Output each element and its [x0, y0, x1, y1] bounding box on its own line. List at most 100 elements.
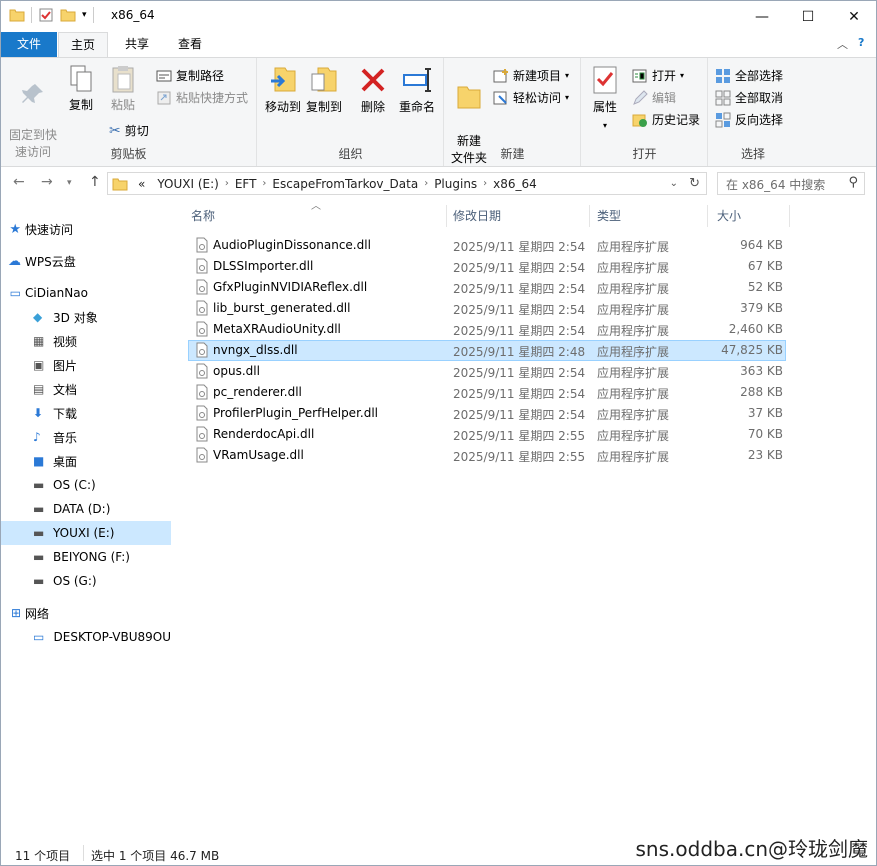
drive-icon: ▬ [33, 478, 45, 492]
organize-group: 移动到 复制到 删除 重命名 组织 [258, 58, 444, 166]
copy-to-button[interactable]: 复制到 [304, 64, 344, 116]
back-arrow-icon[interactable]: ← [13, 174, 25, 190]
file-row[interactable]: VRamUsage.dll 2025/9/11 星期四 2:55 应用程序扩展 … [188, 445, 786, 466]
file-row[interactable]: RenderdocApi.dll 2025/9/11 星期四 2:55 应用程序… [188, 424, 786, 445]
file-row[interactable]: lib_burst_generated.dll 2025/9/11 星期四 2:… [188, 298, 786, 319]
drive-icon: ▬ [33, 502, 45, 516]
recent-locations-icon[interactable]: ▾ [67, 178, 72, 188]
nav-desktop-pc[interactable]: ▭ DESKTOP-VBU89OU [1, 625, 171, 649]
paste-shortcut-icon [157, 91, 171, 104]
nav-3d-objects[interactable]: ◆ 3D 对象 [1, 305, 171, 329]
download-icon: ⬇ [33, 406, 44, 420]
customize-qat-icon[interactable]: ▾ [82, 10, 87, 20]
file-type: 应用程序扩展 [597, 240, 670, 254]
breadcrumb-x86-64[interactable]: x86_64 [487, 177, 543, 191]
file-row[interactable]: GfxPluginNVIDIAReflex.dll 2025/9/11 星期四 … [188, 277, 786, 298]
breadcrumb-eft[interactable]: EFT [229, 177, 263, 191]
history-button[interactable]: 历史记录 [632, 111, 700, 128]
maximize-button[interactable]: ☐ [785, 1, 831, 32]
file-row[interactable]: MetaXRAudioUnity.dll 2025/9/11 星期四 2:54 … [188, 319, 786, 340]
tab-home[interactable]: 主页 [58, 32, 108, 57]
minimize-button[interactable]: — [739, 1, 785, 32]
nav-this-pc[interactable]: ▭ CiDianNao [1, 281, 171, 305]
rename-icon [403, 68, 431, 92]
nav-network[interactable]: ⊞ 网络 [1, 601, 171, 625]
breadcrumb-escapefromtarkov-data[interactable]: EscapeFromTarkov_Data [266, 177, 424, 191]
file-date: 2025/9/11 星期四 2:54 [453, 240, 586, 254]
close-button[interactable]: ✕ [831, 1, 877, 32]
nav-drive-c[interactable]: ▬ OS (C:) [1, 473, 171, 497]
nav-drive-g[interactable]: ▬ OS (G:) [1, 569, 171, 593]
paste-button[interactable]: 粘贴 [103, 64, 143, 114]
file-row[interactable]: AudioPluginDissonance.dll 2025/9/11 星期四 … [188, 235, 786, 256]
dll-file-icon [196, 321, 208, 337]
tab-share[interactable]: 共享 [113, 32, 161, 57]
file-type: 应用程序扩展 [597, 282, 670, 296]
file-row[interactable]: DLSSImporter.dll 2025/9/11 星期四 2:54 应用程序… [188, 256, 786, 277]
move-to-button[interactable]: 移动到 [262, 64, 304, 116]
tab-view[interactable]: 查看 [166, 32, 214, 57]
window-title: x86_64 [111, 8, 155, 22]
invert-selection-button[interactable]: 反向选择 [715, 111, 783, 128]
forward-arrow-icon[interactable]: → [41, 174, 53, 190]
file-row[interactable]: opus.dll 2025/9/11 星期四 2:54 应用程序扩展 363 K… [188, 361, 786, 382]
nav-pictures[interactable]: ▣ 图片 [1, 353, 171, 377]
file-row[interactable]: ProfilerPlugin_PerfHelper.dll 2025/9/11 … [188, 403, 786, 424]
file-date: 2025/9/11 星期四 2:54 [453, 261, 586, 275]
column-name[interactable]: 名称 [191, 207, 215, 235]
address-bar[interactable]: « YOUXI (E:) › EFT › EscapeFromTarkov_Data… [107, 172, 707, 195]
up-arrow-icon[interactable]: ↑ [89, 174, 101, 190]
network-icon: ⊞ [10, 606, 21, 620]
dll-file-icon [196, 258, 208, 274]
tab-file[interactable]: 文件 [1, 32, 57, 57]
nav-desktop[interactable]: ■ 桌面 [1, 449, 171, 473]
breadcrumb-plugins[interactable]: Plugins [428, 177, 483, 191]
address-dropdown-icon[interactable]: ⌄ [670, 178, 678, 189]
collapse-ribbon-icon[interactable]: ︿ [837, 36, 848, 52]
easy-access-button[interactable]: 轻松访问 ▾ [493, 89, 569, 106]
file-row[interactable]: pc_renderer.dll 2025/9/11 星期四 2:54 应用程序扩… [188, 382, 786, 403]
nav-music[interactable]: ♪ 音乐 [1, 425, 171, 449]
folder-icon [9, 9, 25, 22]
nav-drive-d[interactable]: ▬ DATA (D:) [1, 497, 171, 521]
film-icon: ▦ [33, 334, 45, 348]
nav-wps-cloud[interactable]: ☁ WPS云盘 [1, 249, 171, 273]
properties-button[interactable]: 属性 ▾ [588, 64, 622, 134]
breadcrumb-youxi[interactable]: YOUXI (E:) [151, 177, 224, 191]
file-list: ︿ 名称 修改日期 类型 大小 AudioPluginDissonance.dl… [173, 201, 876, 841]
clipboard-group-label: 剪贴板 [110, 147, 147, 161]
file-date: 2025/9/11 星期四 2:55 [453, 450, 586, 464]
column-type[interactable]: 类型 [597, 207, 621, 235]
select-all-icon [716, 68, 730, 83]
copy-path-button[interactable]: 复制路径 [156, 67, 224, 84]
nav-drive-f[interactable]: ▬ BEIYONG (F:) [1, 545, 171, 569]
nav-downloads[interactable]: ⬇ 下载 [1, 401, 171, 425]
column-size[interactable]: 大小 [717, 207, 741, 235]
properties-check-icon[interactable] [38, 7, 54, 23]
nav-drive-e[interactable]: ▬ YOUXI (E:) [1, 521, 171, 545]
select-all-button[interactable]: 全部选择 [715, 67, 783, 84]
address-row: ← → ▾ ↑ « YOUXI (E:) › EFT › EscapeFromTar… [1, 170, 876, 196]
help-icon[interactable]: ? [858, 36, 864, 49]
cut-button[interactable]: ✂ 剪切 [109, 122, 149, 139]
copy-button[interactable]: 复制 [63, 64, 99, 114]
nav-documents[interactable]: ▤ 文档 [1, 377, 171, 401]
paste-shortcut-button[interactable]: 粘贴快捷方式 [156, 89, 248, 106]
edit-button[interactable]: 编辑 [632, 89, 676, 106]
nav-videos[interactable]: ▦ 视频 [1, 329, 171, 353]
new-folder-icon[interactable] [60, 7, 76, 23]
item-count: 11 个项目 [15, 849, 71, 863]
column-date[interactable]: 修改日期 [453, 207, 501, 235]
select-none-button[interactable]: 全部取消 [715, 89, 783, 106]
open-icon [632, 69, 647, 82]
search-input[interactable]: 在 x86_64 中搜索 ⚲ [717, 172, 865, 195]
file-row-selected[interactable]: nvngx_dlss.dll 2025/9/11 星期四 2:48 应用程序扩展… [188, 340, 786, 361]
new-item-button[interactable]: 新建项目 ▾ [493, 67, 569, 84]
title-bar: ▾ x86_64 — ☐ ✕ [1, 1, 876, 32]
rename-button[interactable]: 重命名 [394, 64, 440, 116]
delete-button[interactable]: 删除 [356, 64, 390, 116]
refresh-icon[interactable]: ↻ [689, 176, 700, 191]
open-button[interactable]: 打开 ▾ [632, 67, 684, 84]
breadcrumb-overflow[interactable]: « [132, 177, 151, 191]
nav-quick-access[interactable]: ★ 快速访问 [1, 217, 171, 241]
